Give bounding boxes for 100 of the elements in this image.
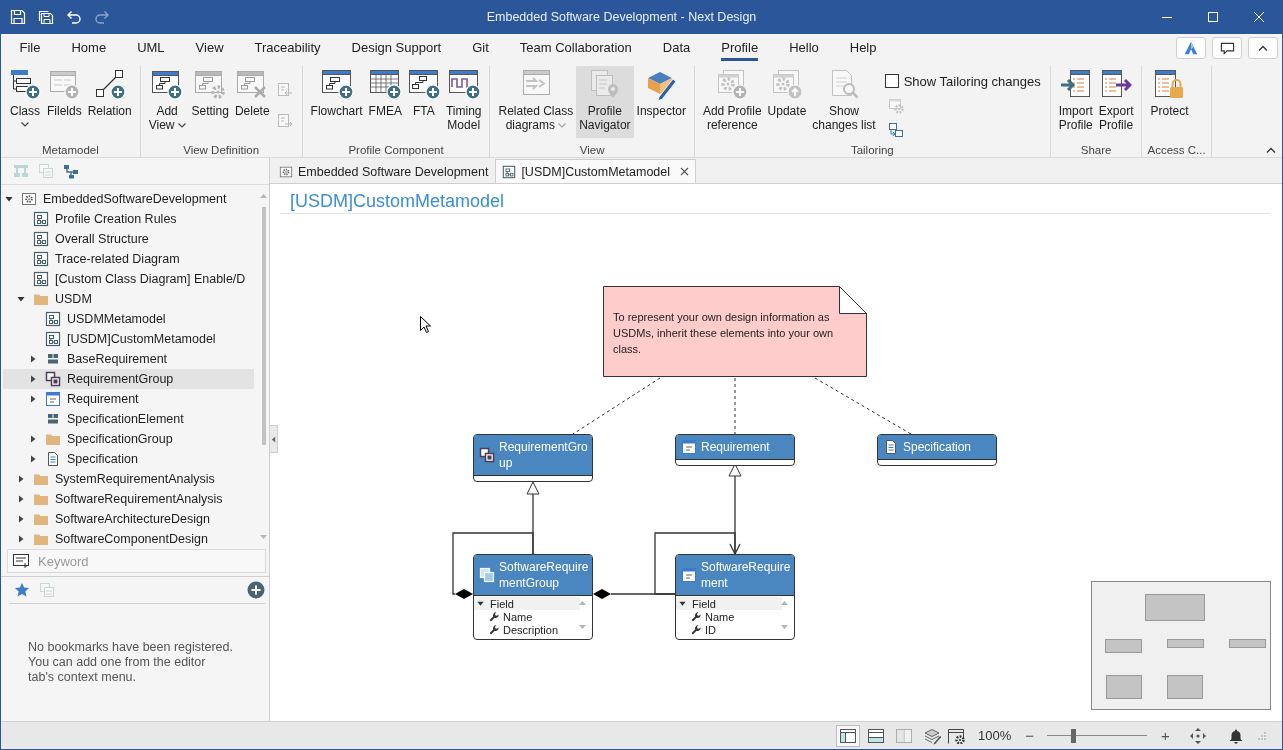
ribbon-button[interactable]: Import Profile (1055, 66, 1096, 138)
caret-down-icon[interactable] (477, 600, 484, 607)
tree-item[interactable]: EmbeddedSoftwareDevelopment (3, 189, 254, 209)
zoom-in-button[interactable]: + (1161, 727, 1170, 744)
tree-item[interactable]: SoftwareComponentDesign (3, 529, 254, 548)
tree-item[interactable]: SoftwareArchitectureDesign (3, 509, 254, 529)
tree-item[interactable]: USDM (3, 289, 254, 309)
class-node[interactable]: SoftwareRequirementGroup Field Name Description (473, 554, 593, 640)
tree-item[interactable]: SoftwareRequirementAnalysis (3, 489, 254, 509)
caret-right-icon[interactable] (29, 375, 37, 383)
add-icon[interactable] (247, 581, 265, 599)
menu-tab[interactable]: Home (55, 34, 122, 62)
class-node[interactable]: Specification (877, 434, 997, 466)
tree-item[interactable]: Trace-related Diagram (3, 249, 254, 269)
feedback-button[interactable] (1212, 37, 1242, 59)
caret-right-icon[interactable] (29, 435, 37, 443)
minimap-node (1167, 639, 1204, 648)
caret-right-icon[interactable] (29, 355, 37, 363)
compartment-header[interactable]: Field (676, 597, 782, 610)
tree-item[interactable]: SpecificationElement (3, 409, 254, 429)
caret-right-icon[interactable] (17, 515, 25, 523)
chevron-down-icon (558, 123, 566, 129)
move-icon[interactable] (1189, 727, 1206, 744)
chevron-down-icon (177, 123, 186, 129)
layout-button[interactable] (836, 724, 860, 747)
search-field[interactable]: Keyword (7, 549, 266, 573)
caret-down-icon[interactable] (5, 195, 13, 203)
checkbox-icon[interactable] (884, 74, 899, 88)
menu-tab[interactable]: View (180, 34, 240, 62)
ribbon-button[interactable]: Relation (84, 66, 135, 138)
ribbon-button[interactable]: Timing Model (442, 66, 485, 138)
editor-tab[interactable]: Embedded Software Development (272, 159, 496, 183)
tree-item[interactable]: RequirementGroup (3, 369, 254, 389)
close-icon[interactable] (680, 167, 690, 176)
tree-item[interactable]: Specification (3, 449, 254, 469)
sticky-note[interactable] (603, 286, 867, 377)
zoom-percentage: 100% (978, 728, 1012, 743)
tree-item[interactable]: [Custom Class Diagram] Enable/D (3, 269, 254, 289)
scrollbar-thumb[interactable] (261, 207, 266, 445)
ribbon-button[interactable]: FTA (404, 66, 443, 138)
slider-thumb[interactable] (1071, 728, 1076, 743)
ribbon-button[interactable]: FMEA (365, 66, 405, 138)
minimap[interactable] (1091, 581, 1271, 710)
tree-item[interactable]: SystemRequirementAnalysis (3, 469, 254, 489)
ribbon-button[interactable]: Add View (145, 66, 189, 138)
collapse-handle[interactable] (270, 425, 278, 453)
branch-icon[interactable] (63, 163, 79, 179)
checkbox-option[interactable]: Show Tailoring changes (884, 72, 1041, 90)
menu-tab[interactable]: Hello (773, 34, 835, 62)
compartment-header[interactable]: Field (474, 597, 580, 610)
class-node[interactable]: RequirementGroup (473, 434, 593, 482)
menu-tab[interactable]: UML (121, 34, 181, 62)
caret-right-icon[interactable] (17, 475, 25, 483)
menu-tab[interactable]: Git (456, 34, 505, 62)
menu-tab[interactable]: Data (647, 34, 706, 62)
class-node[interactable]: Requirement (675, 434, 795, 466)
tree-item[interactable]: USDMMetamodel (3, 309, 254, 329)
caret-right-icon[interactable] (17, 535, 25, 543)
menu-tab[interactable]: File (4, 34, 56, 62)
collapse-button[interactable] (1248, 37, 1278, 59)
maximize-icon[interactable] (1208, 12, 1218, 22)
grid-plus-icon (369, 68, 402, 100)
ribbon-button[interactable]: Inspector (633, 66, 689, 138)
minimap-node (1106, 675, 1142, 699)
save-icon[interactable] (10, 9, 26, 25)
class-name: SoftwareRequirement (701, 559, 792, 591)
header-box-icon (681, 439, 697, 455)
chevron-up-icon[interactable] (1266, 147, 1276, 153)
tree-item[interactable]: Requirement (3, 389, 254, 409)
tree-item[interactable]: Profile Creation Rules (3, 209, 254, 229)
class-node[interactable]: SoftwareRequirement Field Name ID (675, 554, 795, 640)
tree-item[interactable]: [USDM]CustomMetamodel (3, 329, 254, 349)
caret-right-icon[interactable] (29, 455, 37, 463)
undo-icon[interactable] (66, 9, 82, 25)
editor-tab[interactable]: [USDM]CustomMetamodel (495, 159, 697, 183)
ribbon-button[interactable]: Class (6, 66, 44, 138)
window-copy-icon[interactable] (887, 122, 904, 138)
menu-tab[interactable]: Help (834, 34, 892, 62)
window-gear-icon[interactable] (947, 727, 965, 744)
caret-down-icon[interactable] (679, 600, 686, 607)
caret-down-icon[interactable] (17, 295, 25, 303)
ribbon-button[interactable]: Protect (1147, 66, 1192, 138)
caret-right-icon[interactable] (29, 395, 37, 403)
tree-item[interactable]: SpecificationGroup (3, 429, 254, 449)
logo-button[interactable] (1176, 37, 1206, 59)
tree-item[interactable]: BaseRequirement (3, 349, 254, 369)
save-stack-icon[interactable] (38, 9, 54, 25)
bell-icon[interactable] (1227, 727, 1244, 744)
layers-pen-icon[interactable] (923, 726, 941, 745)
menu-tab[interactable]: Traceability (239, 34, 337, 62)
ribbon-button[interactable]: Flowchart (307, 66, 366, 138)
tree-item[interactable]: Overall Structure (3, 229, 254, 249)
comment-icon (1219, 40, 1235, 56)
menu-tab[interactable]: Team Collaboration (504, 34, 648, 62)
star-icon[interactable] (14, 582, 30, 598)
zoom-out-button[interactable]: − (1025, 727, 1034, 744)
tree-diagram-plus-icon (407, 68, 440, 100)
caret-right-icon[interactable] (17, 495, 25, 503)
menu-tab[interactable]: Design Support (336, 34, 457, 62)
ribbon-button[interactable]: Export Profile (1095, 66, 1137, 138)
